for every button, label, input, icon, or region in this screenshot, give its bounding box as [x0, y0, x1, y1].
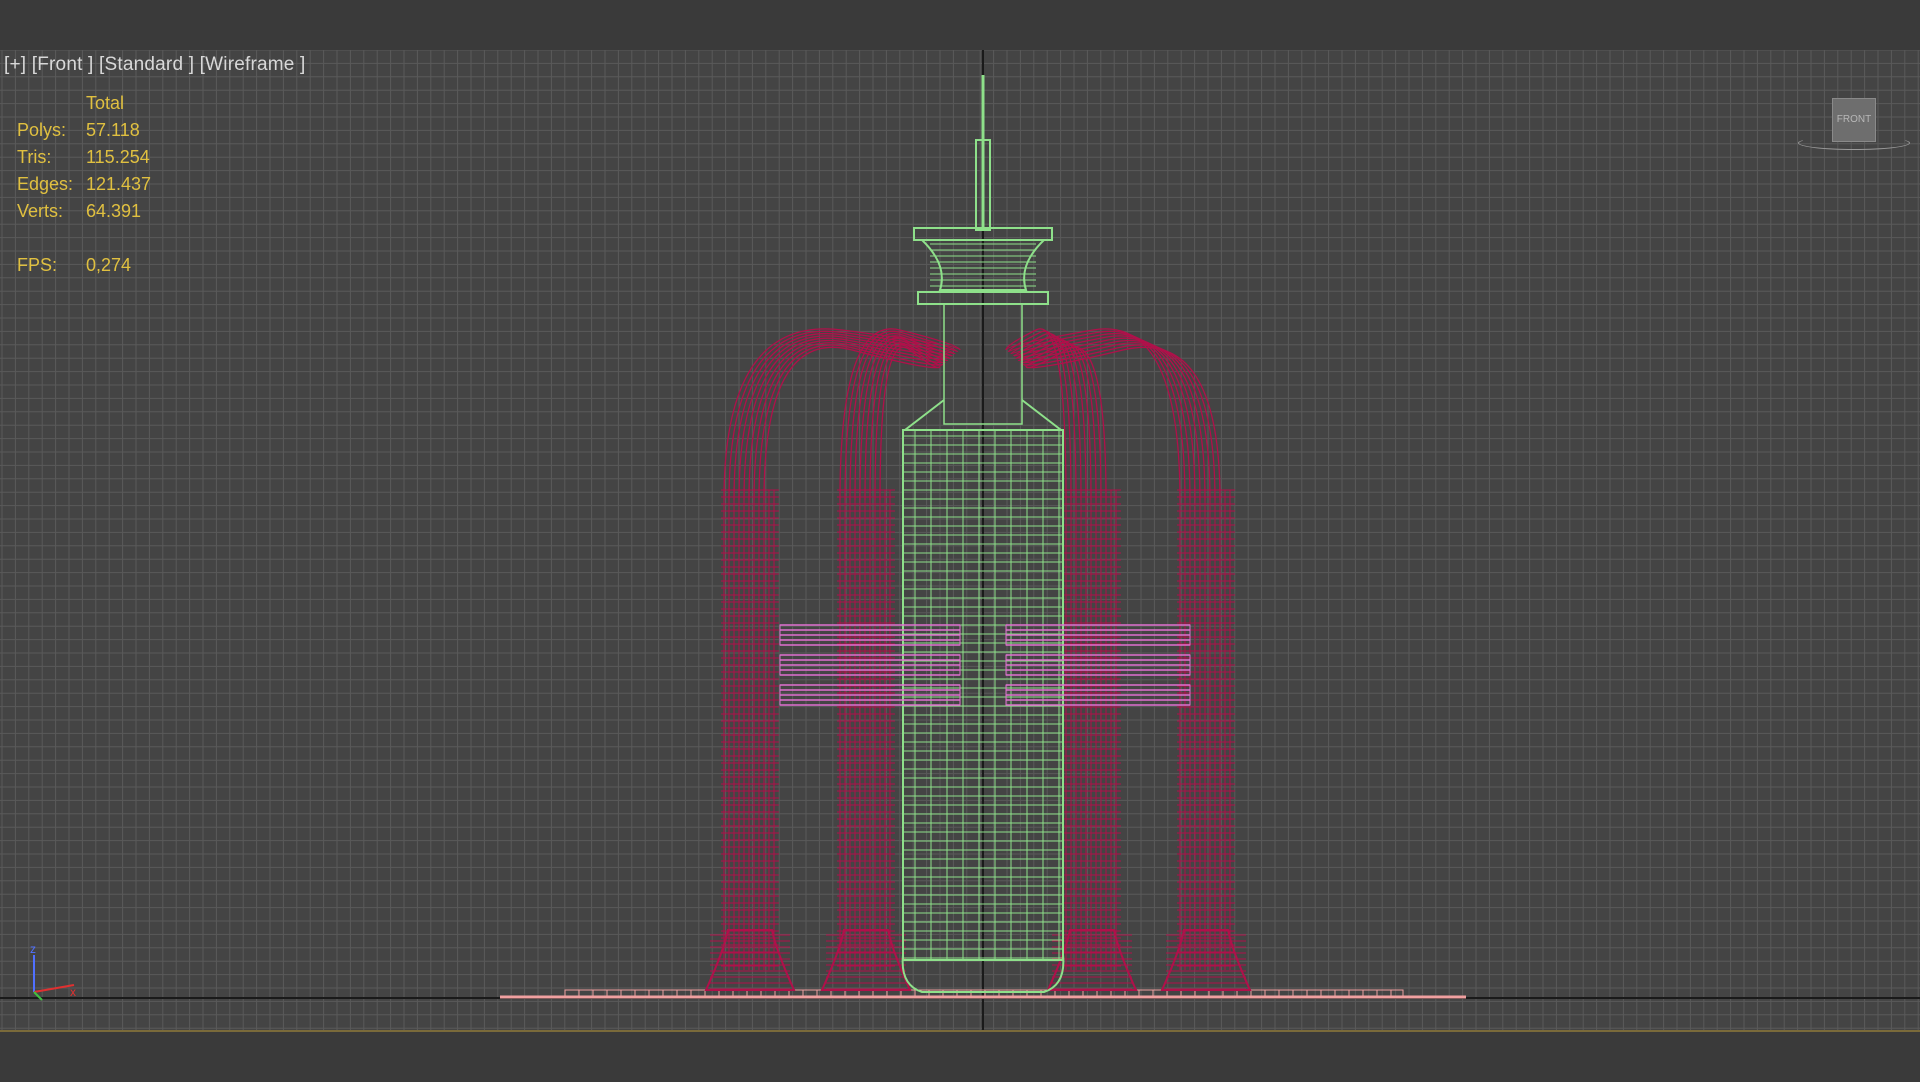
stats-key: Verts: [17, 201, 64, 221]
bottom-status-strip [0, 1030, 1920, 1082]
axis-z-label: z [30, 942, 36, 956]
viewport-menu-plus[interactable]: [+] [4, 54, 26, 75]
stats-value: 115.254 [86, 147, 150, 167]
top-toolbar-strip [0, 0, 1920, 50]
viewport-menu-view[interactable]: [Front ] [32, 54, 94, 75]
viewport-menu-display-mode[interactable]: [Wireframe ] [200, 54, 306, 75]
stats-header: Total [86, 93, 125, 113]
stats-value: 64.391 [86, 201, 142, 221]
stats-key: FPS: [17, 255, 58, 275]
stats-value: 57.118 [86, 120, 140, 140]
stats-value: 0,274 [86, 255, 132, 275]
viewport-menu-shading-standard[interactable]: [Standard ] [99, 54, 194, 75]
viewport-label: [+] [Front ] [Standard ] [Wireframe ] [4, 54, 306, 76]
axis-x-label: x [70, 985, 76, 999]
stats-key: Tris: [17, 147, 52, 167]
stats-key: Edges: [17, 174, 74, 194]
stats-value: 121.437 [86, 174, 152, 194]
viewport-front[interactable]: z x [+] [Front ] [Standard ] [Wireframe … [0, 0, 1920, 1082]
stats-key: Polys: [17, 120, 67, 140]
grid [0, 49, 1920, 1030]
wireframe-scene[interactable]: z x [0, 0, 1920, 1080]
viewcube-icon[interactable]: FRONT [1832, 98, 1876, 142]
